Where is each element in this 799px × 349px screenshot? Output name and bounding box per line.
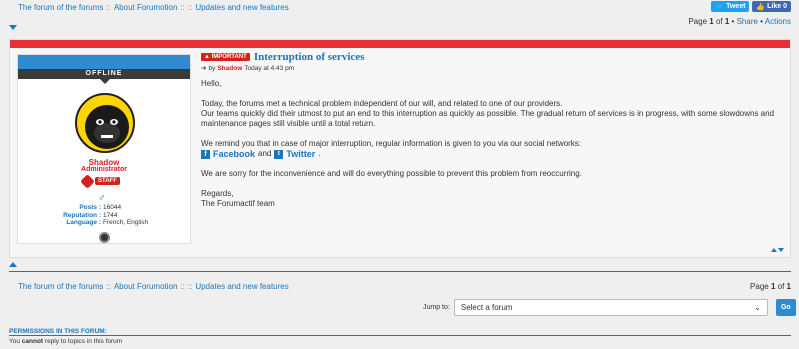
breadcrumb: The forum of the forums :: About Forumot… xyxy=(18,3,289,12)
page-of: of xyxy=(715,17,723,26)
breadcrumb-sep: :: xyxy=(106,3,111,12)
breadcrumb-updates[interactable]: Updates and new features xyxy=(195,282,288,291)
breadcrumb-sep: :: xyxy=(187,3,193,12)
post-meta: ➔ by Shadow Today at 4:43 pm xyxy=(201,64,786,73)
post-body: ▲ IMPORTANT Interruption of services ➔ b… xyxy=(201,51,786,219)
page-total: 1 xyxy=(724,17,730,26)
breadcrumb-about[interactable]: About Forumotion xyxy=(114,3,178,12)
breadcrumb-sep: :: xyxy=(180,3,185,12)
actions-link[interactable]: Actions xyxy=(765,17,791,26)
avatar[interactable] xyxy=(75,93,135,153)
breadcrumb-home[interactable]: The forum of the forums xyxy=(18,3,103,12)
page-total: 1 xyxy=(786,282,791,291)
gorilla-icon xyxy=(85,105,129,149)
and-text: and xyxy=(258,149,272,158)
bullet: • xyxy=(731,17,735,26)
pagination-bottom: Page 1 of 1 xyxy=(750,282,791,291)
user-rank: Administrator xyxy=(81,166,127,173)
breadcrumb-updates[interactable]: Updates and new features xyxy=(195,3,288,12)
status-pointer xyxy=(100,79,110,84)
forum-select-value: Select a forum xyxy=(460,303,513,312)
page-of: of xyxy=(777,282,785,291)
go-up-icon[interactable] xyxy=(9,262,17,267)
chevron-down-icon: ⌄ xyxy=(754,303,761,312)
post-title[interactable]: Interruption of services xyxy=(254,51,365,63)
page-current: 1 xyxy=(709,17,714,26)
like-label: Like 0 xyxy=(767,3,787,10)
paragraph: We are sorry for the inconvenience and w… xyxy=(201,169,582,178)
facebook-icon: f xyxy=(201,149,210,159)
thumbs-up-icon: 👍 xyxy=(756,3,766,11)
paragraph: Regards, The Forumactif team xyxy=(201,189,275,208)
stat-value: French, English xyxy=(103,219,149,226)
like-button[interactable]: 👍 Like 0 xyxy=(752,1,791,12)
jump-label: Jump to: xyxy=(423,304,450,311)
paragraph: Today, the forums met a technical proble… xyxy=(201,99,775,128)
twitter-icon: t xyxy=(274,149,284,159)
stat-row: Posts : 16044 xyxy=(18,204,190,212)
stat-value: 16044 xyxy=(103,204,122,211)
go-down-icon[interactable] xyxy=(9,25,17,30)
staff-badge: STAFF xyxy=(80,173,120,189)
permissions-text: You cannot reply to topics in this forum xyxy=(9,338,123,345)
post-header: ▲ IMPORTANT Interruption of services xyxy=(201,51,786,63)
post-time: Today at 4:43 pm xyxy=(244,64,295,72)
period: . xyxy=(318,149,321,158)
stat-key: Reputation : xyxy=(63,211,101,219)
stat-row: Language : French, English xyxy=(18,219,190,227)
profile-header xyxy=(18,55,190,69)
breadcrumb-home[interactable]: The forum of the forums xyxy=(18,282,103,291)
website-icon[interactable] xyxy=(99,232,110,243)
profile-stats: Posts : 16044 Reputation : 1744 Language… xyxy=(18,204,190,227)
forum-select[interactable]: Select a forum ⌄ xyxy=(453,299,768,316)
post-content: Hello, Today, the forums met a technical… xyxy=(201,79,786,209)
tweet-button[interactable]: 🐦 Tweet xyxy=(711,1,750,12)
breadcrumb-sep: :: xyxy=(106,282,111,291)
divider xyxy=(9,271,791,272)
important-badge: ▲ IMPORTANT xyxy=(201,53,250,61)
social-links: f Facebook and t Twitter. xyxy=(201,149,786,159)
profile-card: OFFLINE Shadow Administrator STAFF ♂ Pos… xyxy=(17,54,191,244)
scroll-arrows xyxy=(771,248,784,252)
divider xyxy=(9,335,791,336)
breadcrumb-sep: :: xyxy=(187,282,193,291)
page-prefix: Page xyxy=(750,282,769,291)
go-up-icon[interactable] xyxy=(771,248,777,252)
stat-key: Posts : xyxy=(79,204,101,211)
facebook-link[interactable]: Facebook xyxy=(213,149,255,159)
tweet-label: Tweet xyxy=(726,3,746,10)
stat-key: Language : xyxy=(66,219,101,226)
male-icon: ♂ xyxy=(98,193,106,204)
staff-label: STAFF xyxy=(95,177,120,185)
arrow-right-icon: ➔ xyxy=(201,65,207,72)
breadcrumb-about[interactable]: About Forumotion xyxy=(114,282,178,291)
bullet: • xyxy=(760,17,763,26)
pagination-top: Page 1 of 1 • Share • Actions xyxy=(688,17,791,26)
page-current: 1 xyxy=(770,282,776,291)
post: OFFLINE Shadow Administrator STAFF ♂ Pos… xyxy=(9,39,791,258)
stat-row: Reputation : 1744 xyxy=(18,212,190,220)
breadcrumb-bottom: The forum of the forums :: About Forumot… xyxy=(18,282,289,291)
jump-to: Jump to: Select a forum ⌄ Go xyxy=(423,299,796,316)
permissions-title: PERMISSIONS IN THIS FORUM: xyxy=(9,328,107,335)
stat-value: 1744 xyxy=(103,211,118,219)
offline-status: OFFLINE xyxy=(18,69,190,79)
greeting: Hello, xyxy=(201,79,222,88)
go-button[interactable]: Go xyxy=(775,299,796,316)
twitter-link[interactable]: Twitter xyxy=(286,149,315,159)
meta-by: by xyxy=(208,64,216,72)
go-down-icon[interactable] xyxy=(778,248,784,252)
page-prefix: Page xyxy=(688,17,708,26)
breadcrumb-sep: :: xyxy=(180,282,185,291)
share-link[interactable]: Share xyxy=(737,17,758,26)
staff-icon xyxy=(80,173,95,189)
post-red-bar xyxy=(10,40,790,48)
social-buttons: 🐦 Tweet 👍 Like 0 xyxy=(711,1,791,12)
post-author[interactable]: Shadow xyxy=(217,65,242,72)
twitter-icon: 🐦 xyxy=(715,3,725,11)
paragraph: We remind you that in case of major inte… xyxy=(201,139,786,159)
